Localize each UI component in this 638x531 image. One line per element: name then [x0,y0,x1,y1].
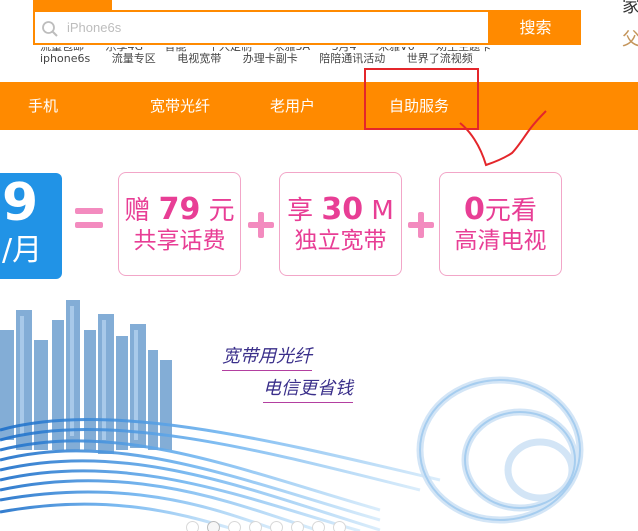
hot-search-words: 流量包邮 乐享4G 智能 个人定制 宋雅3A 3月4 宋雅V6 劝生主题卡 ip… [40,47,510,73]
carousel-dots [186,519,354,531]
offer-desc: 共享话费 [133,228,226,254]
offer-suffix: 元 [208,196,235,226]
plus-sign [408,212,434,238]
offer-card-credit: 赠 79 元 共享话费 [118,172,241,276]
carousel-dot[interactable] [312,521,325,531]
fiber-city-illustration [0,300,584,531]
promo-banner[interactable]: 9 /月 赠 79 元 共享话费 享 30 M 独立宽带 0元看 高清电视 宽带… [0,130,638,531]
price-number: 9 [2,173,39,233]
offer-prefix: 享 [287,196,314,226]
header-right-text[interactable]: 家 [622,0,638,18]
hot-word-link[interactable]: iphone6s [40,53,90,65]
equals-sign [75,208,103,234]
offer-number: 0 [464,192,485,227]
search-button[interactable]: 搜索 [490,10,581,45]
banner-slogan-2: 电信更省钱 [263,374,353,403]
offer-card-tv: 0元看 高清电视 [439,172,562,276]
carousel-dot[interactable] [291,521,304,531]
search-input[interactable]: iPhone6s [33,10,490,45]
search-placeholder: iPhone6s [67,20,122,35]
offer-suffix: M [371,196,394,226]
header-right-link[interactable]: 父 [622,25,638,51]
banner-slogan-1: 宽带用光纤 [222,342,312,371]
carousel-dot[interactable] [228,521,241,531]
plus-sign [248,212,274,238]
price-badge: 9 /月 [0,173,62,279]
hot-word-link[interactable]: 电视宽带 [177,53,221,65]
offer-suffix: 元看 [484,196,537,226]
search-category-tab[interactable] [33,0,112,10]
hot-words-row: iphone6s 流量专区 电视宽带 办理卡副卡 陪陪通讯活动 世界了流视频 [40,53,510,65]
offer-desc: 高清电视 [454,228,547,254]
nav-item-self-service[interactable]: 自助服务 [389,82,449,130]
search-icon [42,21,58,37]
offer-number: 30 [321,192,364,227]
nav-item-phone[interactable]: 手机 [28,82,58,130]
nav-item-existing-users[interactable]: 老用户 [270,82,315,130]
carousel-dot[interactable] [270,521,283,531]
annotation-arrow [459,110,547,167]
nav-item-broadband[interactable]: 宽带光纤 [150,82,210,130]
offer-prefix: 赠 [124,196,151,226]
hot-word-link[interactable]: 世界了流视频 [407,53,473,65]
offer-card-broadband: 享 30 M 独立宽带 [279,172,402,276]
search-bar: iPhone6s 搜索 [33,0,581,45]
offer-number: 79 [158,192,201,227]
carousel-dot[interactable] [333,521,346,531]
carousel-dot[interactable] [249,521,262,531]
carousel-dot[interactable] [186,521,199,531]
offer-desc: 独立宽带 [294,228,387,254]
carousel-dot-active[interactable] [207,521,220,531]
hot-word-link[interactable]: 陪陪通讯活动 [319,53,385,65]
hot-word-link[interactable]: 办理卡副卡 [243,53,298,65]
hot-word-link[interactable]: 流量专区 [112,53,156,65]
price-unit: /月 [2,233,43,268]
